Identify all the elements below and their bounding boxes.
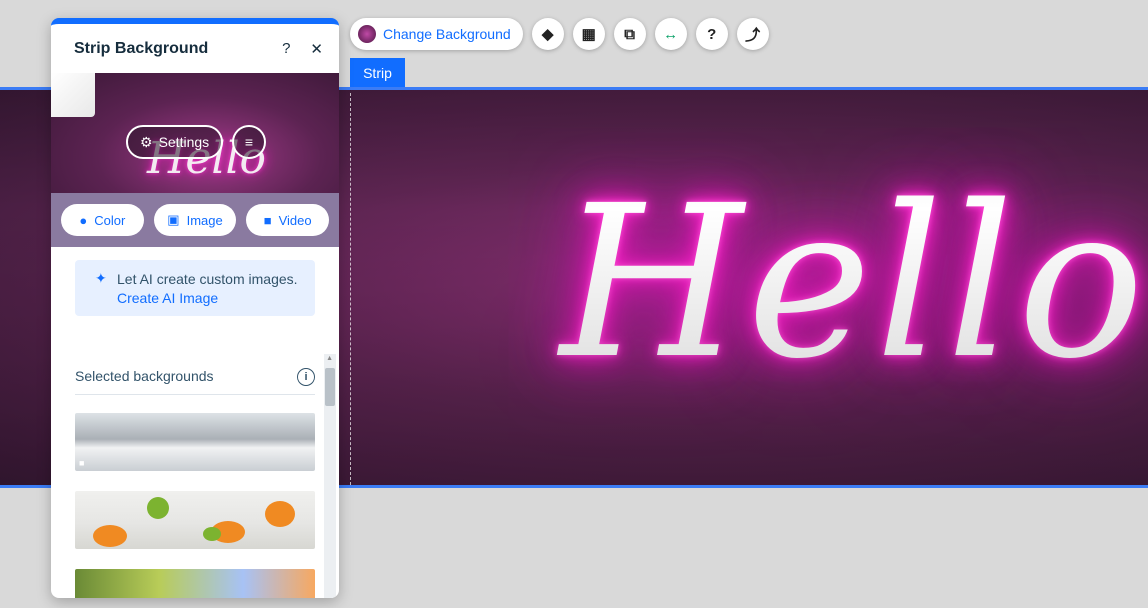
- color-label: Color: [94, 212, 126, 228]
- background-thumbnail[interactable]: [75, 491, 315, 549]
- image-label: Image: [186, 212, 223, 228]
- change-background-button[interactable]: Change Background: [350, 18, 523, 50]
- info-icon[interactable]: i: [297, 368, 315, 386]
- floating-toolbar: Change Background ◆ ▦ ⧉ ↔ ? ⤴: [350, 18, 769, 50]
- animation-button[interactable]: ⧉: [613, 18, 646, 50]
- sliders-icon: ≡: [244, 134, 254, 150]
- arrange-icon: ◆: [541, 26, 554, 43]
- stretch-button[interactable]: ↔: [654, 18, 687, 50]
- video-label: Video: [278, 212, 312, 228]
- panel-title: Strip Background: [74, 39, 209, 57]
- connect-icon: ⤴: [745, 26, 761, 44]
- stretch-icon: ↔: [663, 25, 679, 43]
- guide-line: [350, 93, 351, 485]
- preview-corner: [51, 73, 95, 117]
- background-swatch-icon: [358, 25, 376, 43]
- backgrounds-list: Selected backgrounds i ■: [51, 344, 339, 598]
- background-thumbnail[interactable]: ■: [75, 413, 315, 471]
- selected-backgrounds-label: Selected backgrounds: [75, 368, 214, 384]
- help-icon[interactable]: ?: [282, 40, 290, 58]
- video-camera-icon: ■: [79, 458, 85, 468]
- change-background-label: Change Background: [383, 26, 511, 42]
- layout-icon: ▦: [581, 26, 596, 43]
- settings-label: Settings: [158, 134, 210, 150]
- connect-button[interactable]: ⤴: [736, 18, 769, 50]
- fruit-shape: [93, 525, 127, 547]
- gear-icon: ⚙: [140, 133, 153, 150]
- ai-image-banner: ✦ Let AI create custom images. Create AI…: [75, 260, 315, 316]
- help-icon: ?: [707, 25, 717, 43]
- image-icon: ▣: [167, 212, 180, 227]
- strip-tag[interactable]: Strip: [350, 58, 405, 87]
- video-button[interactable]: ■ Video: [246, 204, 330, 236]
- scroll-up-icon[interactable]: ▲: [326, 355, 333, 362]
- close-icon[interactable]: ✕: [310, 40, 323, 58]
- background-thumbnail[interactable]: [75, 569, 315, 598]
- adjust-button[interactable]: ≡: [232, 125, 266, 159]
- image-button[interactable]: ▣ Image: [153, 204, 237, 236]
- sparkle-icon: ✦: [95, 270, 107, 286]
- fruit-shape: [265, 501, 295, 527]
- create-ai-image-link[interactable]: Create AI Image: [117, 290, 218, 306]
- ai-text: Let AI create custom images.: [117, 271, 298, 287]
- arrange-button[interactable]: ◆: [531, 18, 564, 50]
- video-icon: ■: [263, 212, 272, 228]
- fruit-shape: [203, 527, 221, 541]
- help-button[interactable]: ?: [695, 18, 728, 50]
- strip-background-panel: Strip Background ? ✕ Hello ⚙ Settings ≡ …: [51, 18, 339, 598]
- selected-backgrounds-header: Selected backgrounds i: [75, 368, 315, 395]
- panel-header: Strip Background ? ✕: [51, 24, 339, 73]
- layout-button[interactable]: ▦: [572, 18, 605, 50]
- neon-hello-image: Hello: [560, 160, 1148, 405]
- background-preview: Hello ⚙ Settings ≡: [51, 73, 339, 193]
- media-type-row: ● Color ▣ Image ■ Video: [51, 193, 339, 247]
- animation-icon: ⧉: [624, 25, 636, 43]
- color-button[interactable]: ● Color: [61, 204, 144, 236]
- fruit-shape: [147, 497, 169, 519]
- settings-button[interactable]: ⚙ Settings: [126, 125, 224, 159]
- scroll-thumb[interactable]: [325, 368, 335, 406]
- drop-icon: ●: [79, 212, 88, 228]
